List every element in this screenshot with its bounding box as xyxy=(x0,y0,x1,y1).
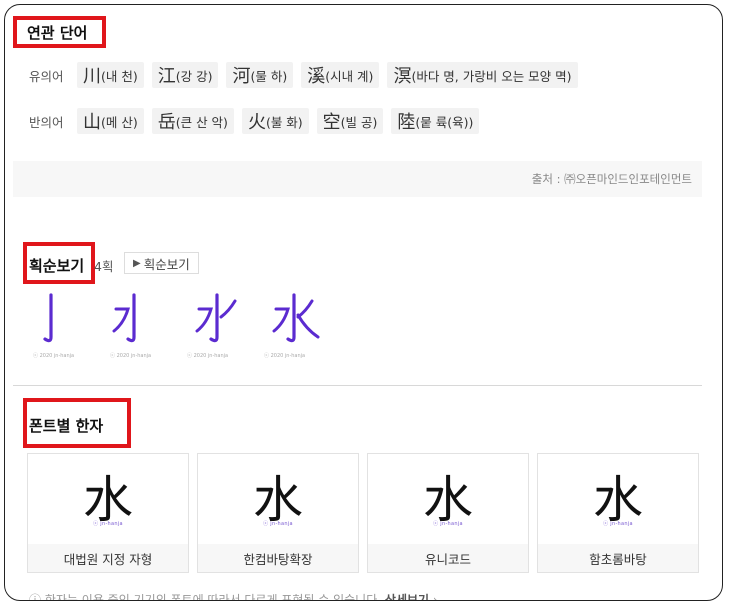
chip-reading: (물 하) xyxy=(250,68,288,84)
page-frame: 연관 단어 유의어 川 (내 천) 江 (강 강) 河 (물 하) 溪 (시내 … xyxy=(4,4,723,601)
font-label: 대법원 지정 자형 xyxy=(28,544,188,572)
synonym-chip[interactable]: 江 (강 강) xyxy=(151,62,219,88)
antonym-label: 반의어 xyxy=(29,114,64,130)
chip-reading: (내 천) xyxy=(101,68,138,84)
chip-reading: (시내 계) xyxy=(325,68,374,84)
chip-hanja: 岳 xyxy=(157,112,176,133)
font-watermark: ⓒ jn-hanja xyxy=(433,521,463,527)
chip-reading: (빌 공) xyxy=(340,114,378,130)
antonym-chip[interactable]: 山 (메 산) xyxy=(77,108,144,134)
synonym-chip[interactable]: 川 (내 천) xyxy=(77,62,144,88)
synonym-chip[interactable]: 河 (물 하) xyxy=(226,62,294,88)
antonym-chip[interactable]: 岳 (큰 산 악) xyxy=(151,108,234,134)
font-card[interactable]: 水 ⓒ jn-hanja 한컴바탕확장 xyxy=(197,453,359,573)
chip-reading: (메 산) xyxy=(101,114,138,130)
chip-hanja: 河 xyxy=(232,66,251,87)
synonym-chip[interactable]: 溪 (시내 계) xyxy=(301,62,380,88)
fonts-title: 폰트별 한자 xyxy=(29,417,104,435)
synonym-chip[interactable]: 溟 (바다 명, 가랑비 오는 모양 멱) xyxy=(387,62,578,88)
font-card[interactable]: 水 ⓒ jn-hanja 함초롬바탕 xyxy=(537,453,699,573)
stroke-step-1: ⓒ 2020 jn-hanja xyxy=(29,289,102,359)
play-icon: ▶ xyxy=(133,257,141,269)
font-label: 유니코드 xyxy=(368,544,528,572)
stroke-order-play-button[interactable]: ▶ 획순보기 xyxy=(124,252,199,274)
chip-hanja: 陸 xyxy=(397,112,416,133)
related-words-title: 연관 단어 xyxy=(27,24,88,42)
stroke-copyright: ⓒ 2020 jn-hanja xyxy=(33,353,75,359)
font-watermark: ⓒ jn-hanja xyxy=(263,521,293,527)
notice-detail-link[interactable]: 상세보기 xyxy=(385,593,429,600)
stroke-animation: ⓒ 2020 jn-hanja ⓒ 2020 jn-hanja ⓒ 2020 j… xyxy=(29,289,337,359)
source-bar: 출처 : ㈜오픈마인드인포테인먼트 xyxy=(13,161,702,197)
font-label: 한컴바탕확장 xyxy=(198,544,358,572)
font-card-list: 水 ⓒ jn-hanja 대법원 지정 자형 水 ⓒ jn-hanja 한컴바탕… xyxy=(27,453,707,573)
chip-reading: (바다 명, 가랑비 오는 모양 멱) xyxy=(411,68,572,84)
stroke-step-3: ⓒ 2020 jn-hanja xyxy=(183,289,256,359)
chip-hanja: 空 xyxy=(322,112,341,133)
chevron-right-icon: › xyxy=(432,593,438,601)
antonym-row: 반의어 山 (메 산) 岳 (큰 산 악) 火 (불 화) 空 (빌 공) 陸 … xyxy=(29,108,487,134)
font-notice: ⓘ 한자는 이용 중인 기기의 폰트에 따라서 다르게 표현될 수 있습니다. … xyxy=(29,591,438,601)
chip-hanja: 川 xyxy=(83,66,101,87)
chip-hanja: 江 xyxy=(157,66,176,87)
chip-hanja: 山 xyxy=(83,112,101,133)
stroke-copyright: ⓒ 2020 jn-hanja xyxy=(187,353,229,359)
stroke-step-4: ⓒ 2020 jn-hanja xyxy=(260,289,333,359)
font-card[interactable]: 水 ⓒ jn-hanja 유니코드 xyxy=(367,453,529,573)
antonym-chip[interactable]: 陸 (뭍 륙(육)) xyxy=(391,108,480,134)
stroke-step-2: ⓒ 2020 jn-hanja xyxy=(106,289,179,359)
notice-text: 한자는 이용 중인 기기의 폰트에 따라서 다르게 표현될 수 있습니다. xyxy=(44,593,382,601)
chip-reading: (불 화) xyxy=(265,114,303,130)
antonym-chip[interactable]: 火 (불 화) xyxy=(241,108,309,134)
stroke-copyright: ⓒ 2020 jn-hanja xyxy=(110,353,152,359)
font-watermark: ⓒ jn-hanja xyxy=(93,521,123,527)
chip-reading: (큰 산 악) xyxy=(175,114,228,130)
font-label: 함초롬바탕 xyxy=(538,544,698,572)
chip-reading: (강 강) xyxy=(175,68,213,84)
chip-hanja: 溟 xyxy=(393,66,412,87)
source-text: 출처 : ㈜오픈마인드인포테인먼트 xyxy=(531,172,692,186)
antonym-chip[interactable]: 空 (빌 공) xyxy=(316,108,384,134)
font-watermark: ⓒ jn-hanja xyxy=(603,521,633,527)
chip-hanja: 火 xyxy=(247,112,266,133)
stroke-order-title: 획순보기 xyxy=(29,257,85,275)
chip-reading: (뭍 륙(육)) xyxy=(415,114,474,130)
font-card[interactable]: 水 ⓒ jn-hanja 대법원 지정 자형 xyxy=(27,453,189,573)
synonym-row: 유의어 川 (내 천) 江 (강 강) 河 (물 하) 溪 (시내 계) 溟 (… xyxy=(29,62,586,88)
stroke-button-label: 획순보기 xyxy=(143,256,190,272)
synonym-label: 유의어 xyxy=(29,68,64,84)
divider xyxy=(13,385,702,386)
info-icon: ⓘ xyxy=(29,593,42,601)
stroke-copyright: ⓒ 2020 jn-hanja xyxy=(264,353,306,359)
stroke-count: 4획 xyxy=(94,259,114,274)
chip-hanja: 溪 xyxy=(307,66,326,87)
